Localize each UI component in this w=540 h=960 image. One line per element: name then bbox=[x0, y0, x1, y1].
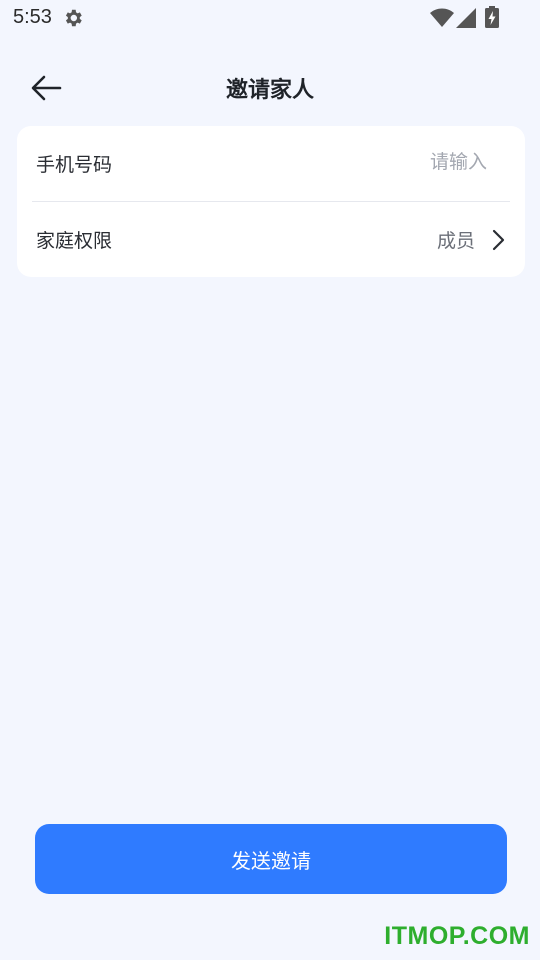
watermark: ITMOP.COM bbox=[384, 922, 530, 950]
chevron-right-icon bbox=[492, 229, 505, 251]
status-time: 5:53 bbox=[13, 6, 52, 28]
role-value: 成员 bbox=[436, 230, 475, 252]
wifi-icon bbox=[430, 8, 454, 27]
invite-form-card: 手机号码 家庭权限 成员 bbox=[17, 126, 525, 277]
status-bar: 5:53 bbox=[0, 0, 540, 36]
phone-label: 手机号码 bbox=[36, 154, 113, 176]
signal-icon bbox=[456, 8, 476, 28]
role-label: 家庭权限 bbox=[36, 230, 113, 252]
page-title: 邀请家人 bbox=[225, 78, 314, 103]
phone-input[interactable] bbox=[287, 146, 487, 178]
role-row[interactable]: 家庭权限 成员 bbox=[17, 202, 525, 277]
phone-row[interactable]: 手机号码 bbox=[17, 126, 525, 201]
battery-icon bbox=[485, 6, 499, 28]
gear-icon bbox=[65, 9, 82, 27]
header: 邀请家人 bbox=[0, 60, 540, 116]
send-invite-button[interactable]: 发送邀请 bbox=[35, 824, 507, 894]
